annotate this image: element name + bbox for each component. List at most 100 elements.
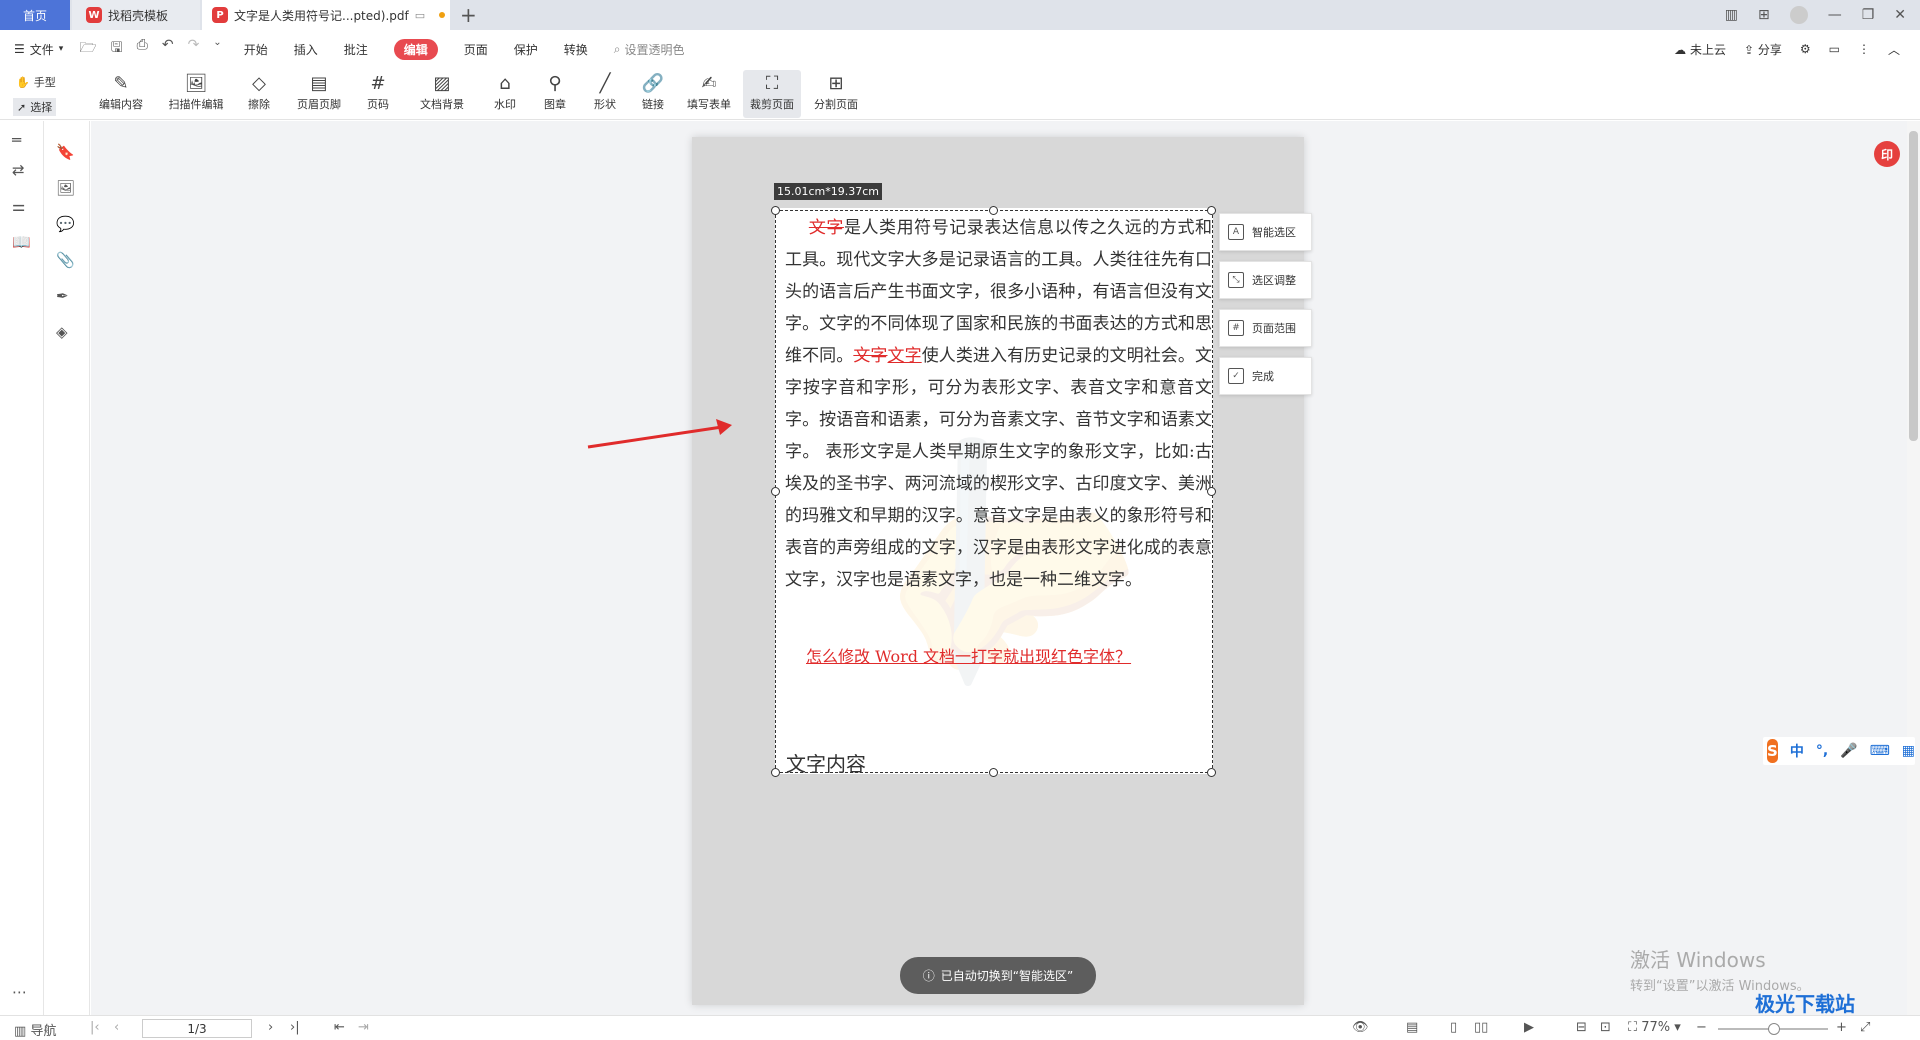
avatar[interactable] (1789, 6, 1808, 24)
thumbnail-icon[interactable]: 🖼 (56, 179, 75, 197)
cloud-button[interactable]: ☁ 未上云 (1674, 41, 1726, 58)
crop-handle[interactable] (771, 768, 780, 777)
share-button[interactable]: ⇪ 分享 (1744, 41, 1782, 58)
eye-icon[interactable]: 👁 (1352, 1020, 1369, 1035)
settings-icon[interactable]: ⚙ (1800, 42, 1811, 56)
tool-fill-form[interactable]: ✍ 填写表单 (682, 70, 736, 118)
print-icon[interactable]: ⎙ (137, 37, 148, 61)
ime-toolbar[interactable]: S 中 °, 🎤 ⌨ ▦ (1763, 737, 1915, 765)
done-button[interactable]: ✓ 完成 (1219, 357, 1312, 395)
tool-split-page[interactable]: ⊞ 分割页面 (808, 70, 864, 118)
tool-watermark[interactable]: ⌂ 水印 (484, 70, 526, 118)
crop-handle[interactable] (989, 768, 998, 777)
read-icon[interactable]: 📖 (12, 233, 31, 251)
convert-icon[interactable]: ⇄ (12, 161, 25, 179)
tool-shape[interactable]: ╱ 形状 (584, 70, 626, 118)
signature-icon[interactable]: ✒ (56, 287, 69, 305)
minimize-icon[interactable]: — (1828, 7, 1842, 23)
back-icon[interactable]: ⇤ (334, 1020, 345, 1035)
adjust-selection-button[interactable]: ⤡ 选区调整 (1219, 261, 1312, 299)
tool-scan-edit[interactable]: 🖼 扫描件编辑 (162, 70, 230, 118)
crop-handle[interactable] (1207, 487, 1216, 496)
hand-tool[interactable]: ✋ 手型 (16, 74, 56, 90)
kebab-icon[interactable]: ⋮ (1858, 42, 1870, 56)
tool-edit-content[interactable]: ✎ 编辑内容 (90, 70, 152, 118)
more-dots-icon[interactable]: ⋯ (12, 983, 27, 1001)
search-input[interactable]: 设置透明色 (625, 41, 685, 58)
ime-punct[interactable]: °, (1816, 743, 1828, 759)
menu-item-comment[interactable]: 批注 (344, 41, 368, 58)
crop-handle[interactable] (1207, 206, 1216, 215)
tab-document[interactable]: P 文字是人类用符号记...pted).pdf ▭ (202, 0, 450, 30)
last-page-icon[interactable]: ›| (290, 1020, 300, 1035)
attachment-icon[interactable]: 📎 (56, 251, 75, 269)
zoom-in-icon[interactable]: + (1836, 1020, 1847, 1035)
layers-icon[interactable]: ◈ (56, 323, 68, 341)
prev-page-icon[interactable]: ‹ (114, 1020, 119, 1035)
forward-icon[interactable]: ⇥ (358, 1020, 369, 1035)
menu-item-page[interactable]: 页面 (464, 41, 488, 58)
scrollbar-thumb[interactable] (1909, 131, 1918, 441)
apps-icon[interactable]: ▦ (1902, 743, 1915, 759)
next-page-icon[interactable]: › (268, 1020, 273, 1035)
close-icon[interactable]: ✕ (1894, 7, 1906, 23)
single-page-icon[interactable]: ▯ (1450, 1020, 1457, 1035)
tool-crop-page[interactable]: ⛶ 裁剪页面 (743, 70, 801, 118)
keyboard-icon[interactable]: ⌨ (1870, 743, 1890, 759)
restore-icon[interactable]: ❐ (1862, 7, 1875, 23)
page-number-input[interactable]: 1/3 (142, 1019, 252, 1038)
zoom-out-icon[interactable]: − (1696, 1020, 1707, 1035)
tool-erase[interactable]: ◇ 擦除 (238, 70, 280, 118)
menu-item-insert[interactable]: 插入 (294, 41, 318, 58)
menu-item-protect[interactable]: 保护 (514, 41, 538, 58)
continuous-view-icon[interactable]: ▤ (1406, 1020, 1418, 1035)
crop-handle[interactable] (989, 206, 998, 215)
tool-stamp[interactable]: ⚲ 图章 (534, 70, 576, 118)
grid-icon[interactable]: ⊞ (1758, 7, 1770, 23)
page-range-button[interactable]: # 页面范围 (1219, 309, 1312, 347)
crop-handle[interactable] (771, 487, 780, 496)
redo-icon[interactable]: ↷ (188, 37, 200, 61)
floating-badge[interactable]: 印 (1874, 141, 1900, 167)
zoom-slider[interactable] (1718, 1023, 1828, 1035)
select-tool[interactable]: ➚ 选择 (13, 98, 57, 116)
tab-home[interactable]: 首页 (0, 0, 70, 30)
two-page-icon[interactable]: ▯▯ (1474, 1020, 1488, 1035)
tool-background[interactable]: ▨ 文档背景 (410, 70, 474, 118)
fullscreen-icon[interactable]: ⤢ (1860, 1020, 1870, 1035)
zoom-dropdown[interactable]: ⛶ 77% ▾ (1628, 1020, 1681, 1035)
crop-handle[interactable] (1207, 768, 1216, 777)
play-icon[interactable]: ▶ (1524, 1020, 1534, 1035)
vertical-scrollbar[interactable] (1907, 121, 1920, 1015)
menu-item-convert[interactable]: 转换 (564, 41, 588, 58)
fit-width-icon[interactable]: ⊟ (1576, 1020, 1587, 1035)
file-menu[interactable]: ☰ 文件 ▾ (14, 41, 63, 58)
ime-lang[interactable]: 中 (1790, 741, 1804, 761)
status-bar: ▥ 导航 |‹ ‹ 1/3 › ›| ⇤ ⇥ 👁 ▤ ▯ ▯▯ ▶ ⊟ ⊡ ⛶ … (0, 1015, 1920, 1040)
adjust-icon[interactable]: ⚌ (12, 197, 25, 215)
crop-handle[interactable] (771, 206, 780, 215)
menu-item-start[interactable]: 开始 (244, 41, 268, 58)
tool-header-footer[interactable]: ▤ 页眉页脚 (288, 70, 350, 118)
tool-link[interactable]: 🔗 链接 (632, 70, 674, 118)
bookmark-icon[interactable]: 🔖 (56, 143, 75, 161)
comment-icon[interactable]: 💬 (56, 215, 75, 233)
nav-toggle[interactable]: ▥ 导航 (14, 1020, 56, 1039)
new-tab-button[interactable]: + (460, 3, 477, 27)
tab-template[interactable]: W 找稻壳模板 (72, 0, 200, 30)
collapse-icon[interactable]: ︿ (1888, 41, 1900, 58)
fit-page-icon[interactable]: ⊡ (1600, 1020, 1611, 1035)
crop-selection[interactable] (775, 210, 1213, 773)
zoom-slider-thumb[interactable] (1768, 1023, 1780, 1035)
open-icon[interactable]: 🗁 (79, 37, 96, 61)
layout-icon[interactable]: ▥ (1725, 7, 1738, 23)
undo-icon[interactable]: ↶ (162, 37, 174, 61)
first-page-icon[interactable]: |‹ (90, 1020, 100, 1035)
tool-page-number[interactable]: # 页码 (358, 70, 398, 118)
save-icon[interactable]: 🖫 (111, 37, 123, 61)
more-icon[interactable]: ⌄ (213, 37, 221, 61)
menu-item-edit[interactable]: 编辑 (393, 38, 438, 60)
smart-select-button[interactable]: A 智能选区 (1219, 213, 1312, 251)
microphone-icon[interactable]: 🎤 (1840, 743, 1857, 759)
message-icon[interactable]: ▭ (1829, 42, 1840, 56)
